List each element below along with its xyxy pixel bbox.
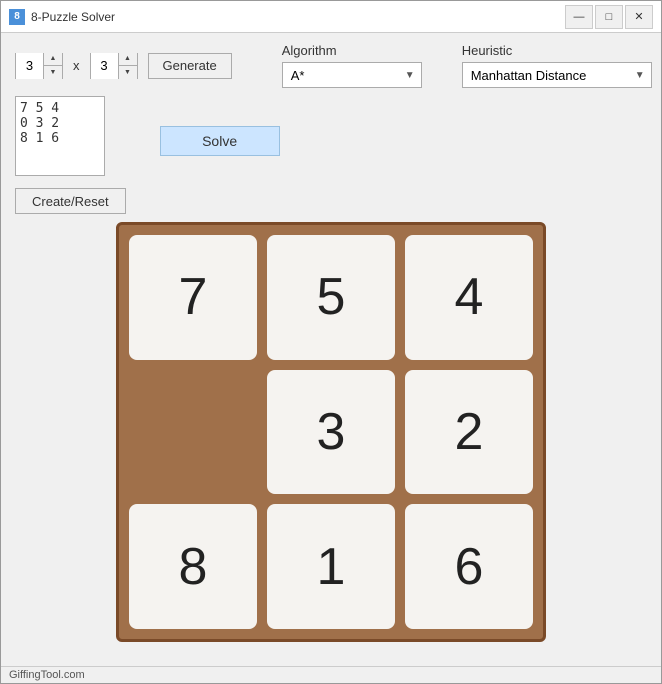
title-bar: 8 8-Puzzle Solver — □ ✕ bbox=[1, 1, 661, 33]
heuristic-value: Manhattan Distance bbox=[471, 68, 587, 83]
col-spinner-up[interactable]: ▲ bbox=[119, 53, 137, 66]
puzzle-text-input[interactable] bbox=[15, 96, 105, 176]
title-bar-left: 8 8-Puzzle Solver bbox=[9, 9, 115, 25]
row-spinner-down[interactable]: ▼ bbox=[44, 66, 62, 79]
row-spinner-arrows: ▲ ▼ bbox=[44, 53, 62, 79]
solve-button[interactable]: Solve bbox=[160, 126, 280, 156]
row-spinner-group: ▲ ▼ bbox=[15, 53, 63, 79]
generate-button[interactable]: Generate bbox=[148, 53, 232, 79]
app-window: 8 8-Puzzle Solver — □ ✕ ▲ ▼ x bbox=[0, 0, 662, 684]
algorithm-label: Algorithm bbox=[282, 43, 422, 58]
row-spinner-input[interactable] bbox=[16, 53, 44, 79]
puzzle-tile[interactable]: 1 bbox=[267, 504, 395, 629]
col-spinner-down[interactable]: ▼ bbox=[119, 66, 137, 79]
col-spinner-group: ▲ ▼ bbox=[90, 53, 138, 79]
footer-text: GiffingTool.com bbox=[9, 669, 85, 681]
close-button[interactable]: ✕ bbox=[625, 5, 653, 29]
puzzle-tile[interactable]: 5 bbox=[267, 235, 395, 360]
puzzle-tile[interactable]: 8 bbox=[129, 504, 257, 629]
create-reset-button[interactable]: Create/Reset bbox=[15, 188, 126, 214]
algorithm-group: Algorithm A* ▼ bbox=[282, 43, 422, 88]
footer: GiffingTool.com bbox=[1, 666, 661, 683]
col-spinner-input[interactable] bbox=[91, 53, 119, 79]
left-panel: Create/Reset bbox=[15, 96, 126, 214]
row-spinner-box: ▲ ▼ bbox=[15, 53, 63, 79]
solve-area: Solve bbox=[160, 126, 280, 156]
algorithm-chevron-icon: ▼ bbox=[405, 70, 415, 81]
algo-section: Algorithm A* ▼ Heuristic Manhattan Dista… bbox=[282, 43, 652, 88]
puzzle-tile[interactable]: 3 bbox=[267, 370, 395, 495]
col-spinner-box: ▲ ▼ bbox=[90, 53, 138, 79]
x-separator: x bbox=[73, 58, 80, 73]
heuristic-group: Heuristic Manhattan Distance ▼ bbox=[462, 43, 652, 88]
puzzle-tile[interactable]: 2 bbox=[405, 370, 533, 495]
puzzle-tile[interactable]: 7 bbox=[129, 235, 257, 360]
puzzle-tile[interactable] bbox=[129, 370, 257, 495]
heuristic-label: Heuristic bbox=[462, 43, 652, 58]
heuristic-select[interactable]: Manhattan Distance ▼ bbox=[462, 62, 652, 88]
maximize-button[interactable]: □ bbox=[595, 5, 623, 29]
heuristic-chevron-icon: ▼ bbox=[635, 70, 645, 81]
main-content: ▲ ▼ x ▲ ▼ Generate Algorithm bbox=[1, 33, 661, 666]
puzzle-board: 75432 816 bbox=[116, 222, 546, 642]
row-spinner-up[interactable]: ▲ bbox=[44, 53, 62, 66]
puzzle-tile[interactable]: 6 bbox=[405, 504, 533, 629]
app-icon: 8 bbox=[9, 9, 25, 25]
middle-row: Create/Reset Solve bbox=[15, 96, 647, 214]
window-title: 8-Puzzle Solver bbox=[31, 10, 115, 24]
col-spinner-arrows: ▲ ▼ bbox=[119, 53, 137, 79]
top-row: ▲ ▼ x ▲ ▼ Generate Algorithm bbox=[15, 43, 647, 88]
puzzle-tile[interactable]: 4 bbox=[405, 235, 533, 360]
algorithm-value: A* bbox=[291, 68, 305, 83]
title-bar-controls: — □ ✕ bbox=[565, 5, 653, 29]
minimize-button[interactable]: — bbox=[565, 5, 593, 29]
algorithm-select[interactable]: A* ▼ bbox=[282, 62, 422, 88]
